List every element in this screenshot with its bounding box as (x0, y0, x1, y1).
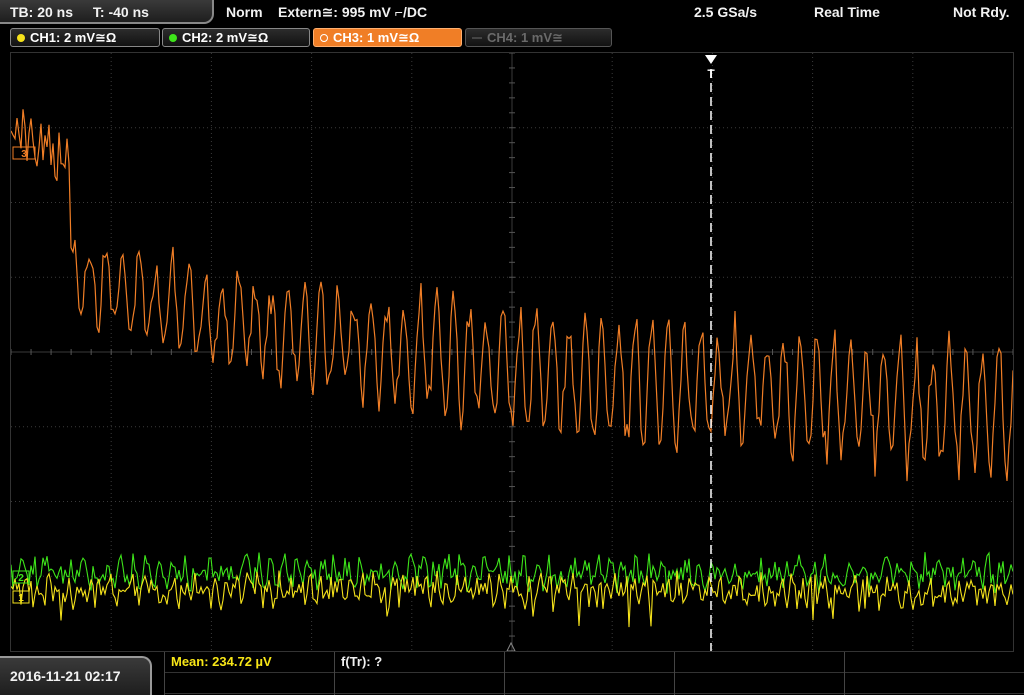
ch3-indicator-icon (320, 34, 328, 42)
measurement-frequency: f(Tr): ? (341, 654, 383, 669)
waveform-display[interactable]: T 3 2 1 (10, 52, 1014, 652)
tab-ch1[interactable]: CH1: 2 mV≅Ω (10, 28, 160, 47)
run-state[interactable]: Not Rdy. (953, 0, 1010, 24)
measurement-mean-cell[interactable]: Mean: 234.72 µV (164, 652, 334, 695)
measurement-cell-5[interactable] (844, 652, 1024, 695)
acquisition-mode[interactable]: Real Time (814, 0, 880, 24)
ch1-reference-marker[interactable]: 1 (12, 590, 30, 604)
ch3-marker-label: 3 (21, 149, 27, 160)
status-bar: TB: 20 ns T: -40 ns Norm Extern≅: 995 mV… (0, 0, 1024, 24)
timebase-value[interactable]: TB: 20 ns (10, 4, 73, 20)
footer-bar: 2016-11-21 02:17 Mean: 234.72 µV f(Tr): … (0, 652, 1024, 695)
measurement-freq-cell[interactable]: f(Tr): ? (334, 652, 504, 695)
measurement-mean: Mean: 234.72 µV (171, 654, 272, 669)
measurement-cell-3[interactable] (504, 652, 674, 695)
ch2-marker-label: 2 (18, 573, 24, 584)
datetime-display: 2016-11-21 02:17 (0, 656, 152, 695)
trigger-mode[interactable]: Norm (226, 0, 263, 24)
ch1-marker-label: 1 (18, 593, 24, 604)
measurement-cell-4[interactable] (674, 652, 844, 695)
ch4-indicator-icon (472, 37, 482, 39)
trigger-source[interactable]: Extern≅: 995 mV ⌐/DC (278, 0, 427, 24)
tab-ch2[interactable]: CH2: 2 mV≅Ω (162, 28, 310, 47)
channel-tabs: CH1: 2 mV≅Ω CH2: 2 mV≅Ω CH3: 1 mV≅Ω CH4:… (0, 24, 1024, 50)
horizontal-position-icon[interactable] (506, 641, 516, 651)
trigger-time-value[interactable]: T: -40 ns (93, 4, 149, 20)
graticule (11, 53, 1013, 651)
ch2-indicator-icon (169, 34, 177, 42)
sample-rate[interactable]: 2.5 GSa/s (694, 0, 757, 24)
ch1-indicator-icon (17, 34, 25, 42)
timebase-panel[interactable]: TB: 20 ns T: -40 ns (0, 0, 214, 24)
tab-ch2-label: CH2: 2 mV≅Ω (182, 30, 269, 45)
tab-ch4-label: CH4: 1 mV≅ (487, 30, 563, 45)
ch3-reference-marker[interactable]: 3 (12, 146, 36, 160)
trigger-marker-label: T (707, 67, 715, 81)
tab-ch3[interactable]: CH3: 1 mV≅Ω (313, 28, 462, 47)
tab-ch1-label: CH1: 2 mV≅Ω (30, 30, 117, 45)
waveform-plot[interactable]: T 3 2 1 (11, 53, 1013, 651)
tab-ch3-label: CH3: 1 mV≅Ω (333, 30, 420, 45)
trigger-arrow-icon[interactable] (705, 55, 717, 64)
tab-ch4[interactable]: CH4: 1 mV≅ (465, 28, 612, 47)
